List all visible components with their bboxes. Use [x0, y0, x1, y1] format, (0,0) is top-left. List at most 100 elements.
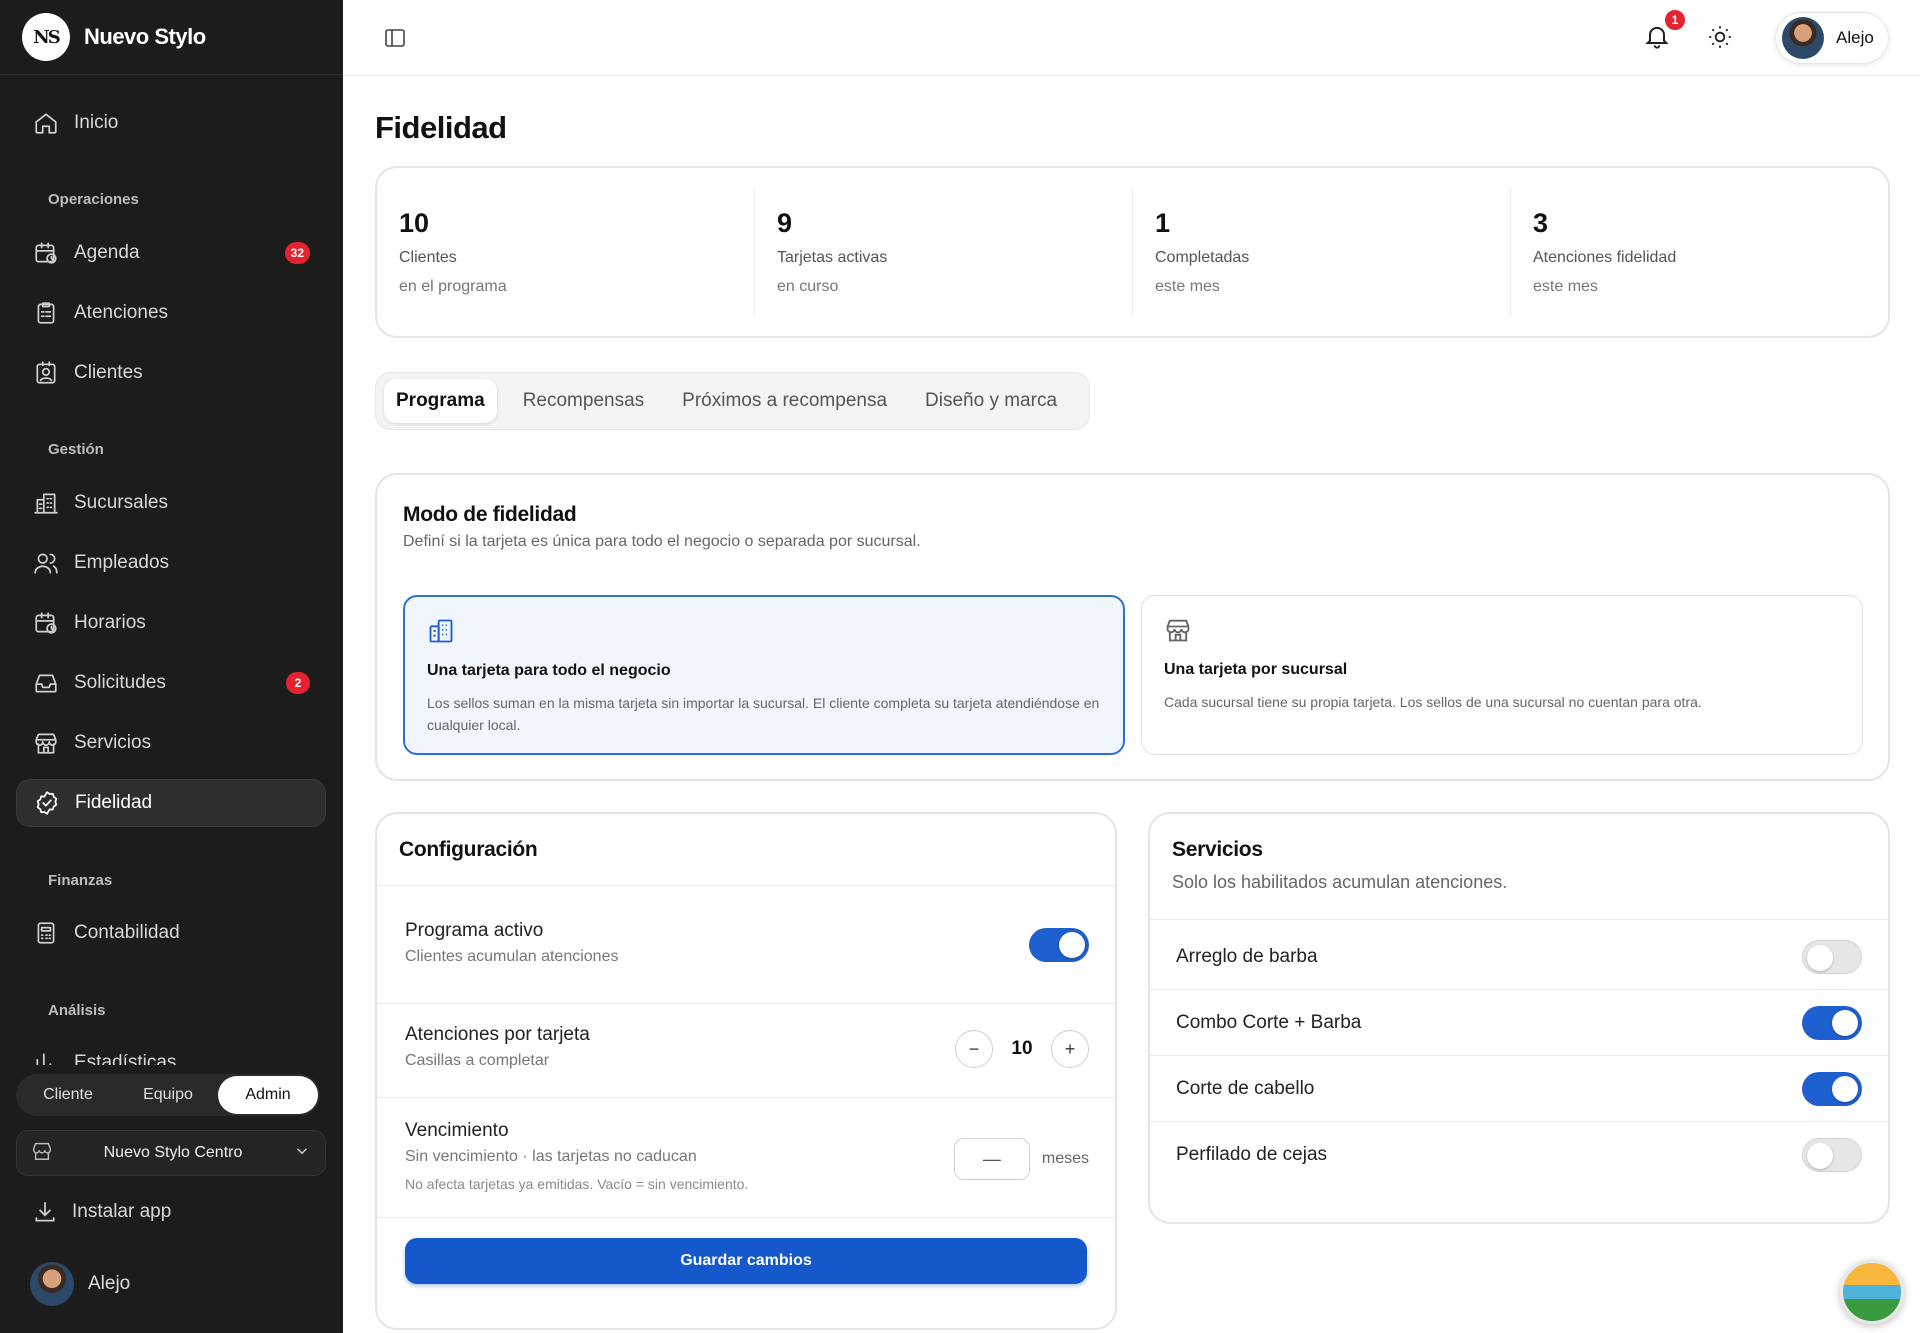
service-name: Combo Corte + Barba — [1176, 1011, 1362, 1033]
sidebar-item-inicio[interactable]: Inicio — [16, 99, 326, 147]
quantity-stepper: − 10 + — [955, 1030, 1089, 1068]
sun-icon — [1709, 26, 1731, 48]
program-active-row: Programa activo Clientes acumulan atenci… — [377, 886, 1115, 1004]
service-toggle[interactable] — [1802, 940, 1862, 974]
sidebar-item-horarios[interactable]: Horarios — [16, 599, 326, 647]
service-row: Corte de cabello — [1150, 1056, 1888, 1122]
building-icon — [427, 617, 1101, 650]
service-toggle[interactable] — [1802, 1006, 1862, 1040]
expiry-months-input[interactable]: — — [953, 1138, 1030, 1180]
option-title: Una tarjeta por sucursal — [1164, 661, 1348, 678]
sidebar-item-label: Inicio — [74, 112, 119, 133]
service-row: Perfilado de cejas — [1150, 1122, 1888, 1188]
mode-option-per-branch[interactable]: Una tarjeta por sucursal Cada sucursal t… — [1141, 595, 1863, 755]
branch-select[interactable]: Nuevo Stylo Centro — [16, 1130, 326, 1176]
store-icon — [32, 729, 60, 757]
sidebar-toggle-button[interactable] — [383, 26, 407, 50]
stat-sub: en curso — [777, 278, 839, 295]
mode-option-whole-business[interactable]: Una tarjeta para todo el negocio Los sel… — [403, 595, 1125, 755]
theme-toggle-button[interactable] — [1707, 24, 1735, 52]
sidebar-item-label: Solicitudes — [74, 672, 166, 693]
agenda-count-badge: 32 — [284, 242, 310, 264]
stat-completadas: 1 Completadas este mes — [1133, 188, 1511, 316]
sidebar-item-empleados[interactable]: Empleados — [16, 539, 326, 587]
building-icon — [32, 489, 60, 517]
store-icon — [1164, 616, 1840, 649]
role-option-equipo[interactable]: Equipo — [118, 1076, 218, 1114]
card-subtitle: Definí si la tarjeta es única para todo … — [403, 533, 921, 550]
sidebar-item-estadisticas[interactable]: Estadísticas — [16, 1039, 326, 1065]
stat-clientes: 10 Clientes en el programa — [377, 188, 755, 316]
notifications-badge: 1 — [1663, 8, 1687, 32]
chevron-down-icon — [293, 1142, 311, 1165]
configuration-card: Configuración Programa activo Clientes a… — [375, 812, 1117, 1330]
tab-diseno-y-marca[interactable]: Diseño y marca — [913, 379, 1069, 423]
user-name: Alejo — [1836, 28, 1874, 47]
sidebar-user-name: Alejo — [88, 1273, 131, 1294]
download-icon — [35, 1202, 55, 1222]
role-switch: Cliente Equipo Admin — [16, 1074, 320, 1116]
user-menu-button[interactable]: Alejo — [1775, 12, 1889, 64]
section-operaciones: Operaciones — [48, 191, 139, 208]
role-option-admin[interactable]: Admin — [218, 1076, 318, 1114]
sidebar-item-agenda[interactable]: Agenda 32 — [16, 229, 326, 277]
install-app-label: Instalar app — [72, 1201, 172, 1222]
card-title: Configuración — [399, 838, 538, 861]
tab-proximos-a-recompensa[interactable]: Próximos a recompensa — [670, 379, 899, 423]
calendar-clock-icon — [32, 609, 60, 637]
sidebar-item-label: Empleados — [74, 552, 170, 573]
sidebar-user[interactable]: Alejo — [30, 1262, 130, 1306]
service-toggle[interactable] — [1802, 1138, 1862, 1172]
floating-assistant-button[interactable] — [1840, 1260, 1904, 1324]
badge-check-icon — [33, 789, 61, 817]
install-app-button[interactable]: Instalar app — [16, 1190, 326, 1234]
sidebar-item-clientes[interactable]: Clientes — [16, 349, 326, 397]
branch-select-value: Nuevo Stylo Centro — [103, 1144, 243, 1161]
sidebar-item-contabilidad[interactable]: Contabilidad — [16, 909, 326, 957]
inbox-icon — [32, 669, 60, 697]
sidebar-item-label: Servicios — [74, 732, 152, 753]
stat-atenciones-fidelidad: 3 Atenciones fidelidad este mes — [1511, 188, 1888, 316]
program-active-toggle[interactable] — [1029, 928, 1089, 962]
tab-recompensas[interactable]: Recompensas — [511, 379, 656, 423]
card-title: Servicios — [1172, 838, 1263, 861]
tabs: Programa Recompensas Próximos a recompen… — [375, 372, 1091, 430]
sidebar-item-label: Estadísticas — [74, 1052, 177, 1065]
sidebar-item-sucursales[interactable]: Sucursales — [16, 479, 326, 527]
brand-logo: NS — [22, 13, 70, 61]
tab-programa[interactable]: Programa — [384, 379, 497, 423]
avatar — [1782, 17, 1824, 59]
sidebar-item-solicitudes[interactable]: Solicitudes 2 — [16, 659, 326, 707]
calendar-clock-icon — [32, 239, 60, 267]
page-title: Fidelidad — [375, 110, 507, 145]
stat-value: 3 — [1533, 208, 1549, 238]
role-option-cliente[interactable]: Cliente — [18, 1076, 118, 1114]
months-unit-label: meses — [1041, 1150, 1089, 1167]
row-subtitle: Clientes acumulan atenciones — [405, 948, 619, 965]
clipboard-icon — [32, 299, 60, 327]
sidebar-nav: Inicio Operaciones Agenda 32 Atenciones … — [0, 75, 343, 1065]
calculator-icon — [32, 919, 60, 947]
expiry-months-control: — meses — [953, 1138, 1089, 1180]
section-analisis: Análisis — [48, 1002, 106, 1019]
brand[interactable]: NS Nuevo Stylo — [0, 0, 343, 75]
store-icon — [31, 1140, 53, 1167]
sidebar-item-fidelidad[interactable]: Fidelidad — [16, 779, 326, 827]
option-description: Cada sucursal tiene su propia tarjeta. L… — [1164, 694, 1702, 710]
expiry-row: Vencimiento Sin vencimiento · las tarjet… — [377, 1098, 1115, 1218]
home-icon — [32, 109, 60, 137]
save-changes-button[interactable]: Guardar cambios — [405, 1238, 1087, 1284]
sidebar-item-atenciones[interactable]: Atenciones — [16, 289, 326, 337]
stepper-value: 10 — [1011, 1038, 1033, 1059]
stat-value: 9 — [777, 208, 793, 238]
bar-chart-icon — [32, 1049, 60, 1065]
contact-icon — [32, 359, 60, 387]
decrement-button[interactable]: − — [955, 1030, 993, 1068]
avatar — [30, 1262, 74, 1306]
loyalty-mode-card: Modo de fidelidad Definí si la tarjeta e… — [375, 473, 1890, 781]
sidebar-item-servicios[interactable]: Servicios — [16, 719, 326, 767]
increment-button[interactable]: + — [1051, 1030, 1089, 1068]
visits-per-card-row: Atenciones por tarjeta Casillas a comple… — [377, 1004, 1115, 1098]
service-toggle[interactable] — [1802, 1072, 1862, 1106]
sidebar-item-label: Agenda — [74, 242, 140, 263]
